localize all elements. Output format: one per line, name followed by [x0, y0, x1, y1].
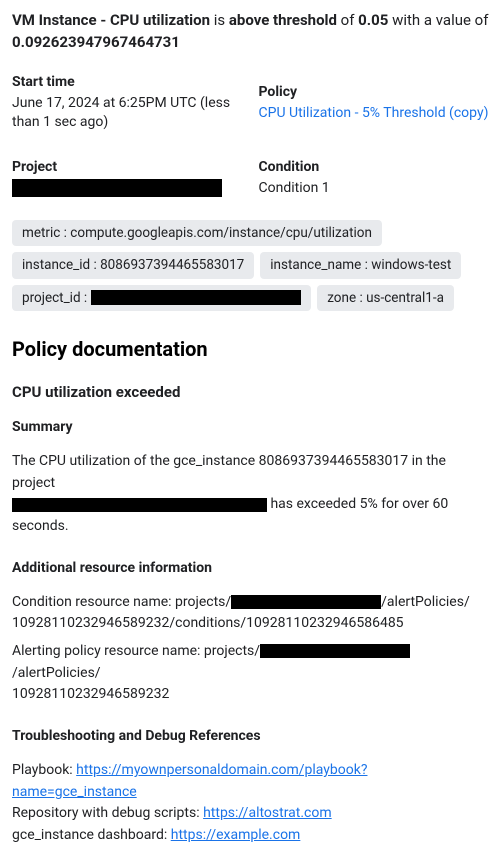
condition-resource-name: Condition resource name: projects//alert… — [12, 592, 489, 635]
chip-project-id: project_id : — [12, 285, 311, 311]
chip-metric: metric : compute.googleapis.com/instance… — [12, 220, 382, 246]
headline-txt: of — [337, 11, 358, 29]
headline-subject: VM Instance - CPU utilization — [12, 11, 210, 29]
policy-doc-subheading: CPU utilization exceeded — [12, 383, 489, 401]
condition-block: Condition Condition 1 — [259, 159, 490, 199]
start-time-block: Start time June 17, 2024 at 6:25PM UTC (… — [12, 74, 243, 133]
playbook-line: Playbook: https://myownpersonaldomain.co… — [12, 760, 489, 803]
policy-link[interactable]: CPU Utilization - 5% Threshold (copy) — [259, 105, 489, 121]
cond-res-prefix: Condition resource name: projects/ — [12, 594, 231, 610]
chip-project-id-label: project_id : — [22, 290, 87, 306]
project-block: Project — [12, 159, 243, 199]
policy-block: Policy CPU Utilization - 5% Threshold (c… — [259, 74, 490, 133]
playbook-label: Playbook: — [12, 762, 76, 778]
dashboard-label: gce_instance dashboard: — [12, 827, 171, 843]
start-time-value: June 17, 2024 at 6:25PM UTC (less than 1… — [12, 94, 243, 133]
summary-label: Summary — [12, 419, 489, 435]
meta-grid: Start time June 17, 2024 at 6:25PM UTC (… — [12, 74, 489, 199]
repo-link[interactable]: https://altostrat.com — [203, 805, 332, 821]
dashboard-line: gce_instance dashboard: https://example.… — [12, 825, 489, 847]
repo-line: Repository with debug scripts: https://a… — [12, 803, 489, 825]
chip-zone: zone : us-central1-a — [317, 285, 454, 311]
start-time-label: Start time — [12, 74, 243, 90]
repo-label: Repository with debug scripts: — [12, 805, 203, 821]
policy-doc-heading: Policy documentation — [12, 337, 489, 361]
chip-instance-id: instance_id : 8086937394465583017 — [12, 252, 254, 278]
alert-res-prefix: Alerting policy resource name: projects/ — [12, 643, 260, 659]
alert-headline: VM Instance - CPU utilization is above t… — [12, 10, 489, 54]
summary-text: The CPU utilization of the gce_instance … — [12, 451, 489, 538]
headline-txt: is — [210, 11, 229, 29]
cond-res-project-redacted — [231, 595, 381, 609]
alert-email-body: VM Instance - CPU utilization is above t… — [0, 0, 501, 859]
headline-threshold: 0.05 — [358, 11, 388, 29]
project-label: Project — [12, 159, 243, 175]
summary-prefix: The CPU utilization of the gce_instance … — [12, 453, 446, 491]
additional-res-label: Additional resource information — [12, 560, 489, 576]
condition-label: Condition — [259, 159, 490, 175]
headline-state: above threshold — [229, 11, 337, 29]
alert-res-suffix: /alertPolicies/ 10928110232946589232 — [12, 665, 169, 703]
headline-txt: with a value of — [388, 11, 488, 29]
condition-value: Condition 1 — [259, 179, 490, 199]
label-chips: metric : compute.googleapis.com/instance… — [12, 220, 489, 311]
alert-res-project-redacted — [260, 644, 410, 658]
project-value-redacted — [12, 179, 222, 197]
chip-instance-name: instance_name : windows-test — [260, 252, 461, 278]
troubleshoot-label: Troubleshooting and Debug References — [12, 728, 489, 744]
headline-value: 0.092623947967464731 — [12, 33, 180, 51]
policy-label: Policy — [259, 84, 490, 100]
alert-resource-name: Alerting policy resource name: projects/… — [12, 641, 489, 706]
chip-project-id-redacted — [91, 290, 301, 305]
dashboard-link[interactable]: https://example.com — [171, 827, 301, 843]
summary-project-redacted — [12, 498, 267, 512]
